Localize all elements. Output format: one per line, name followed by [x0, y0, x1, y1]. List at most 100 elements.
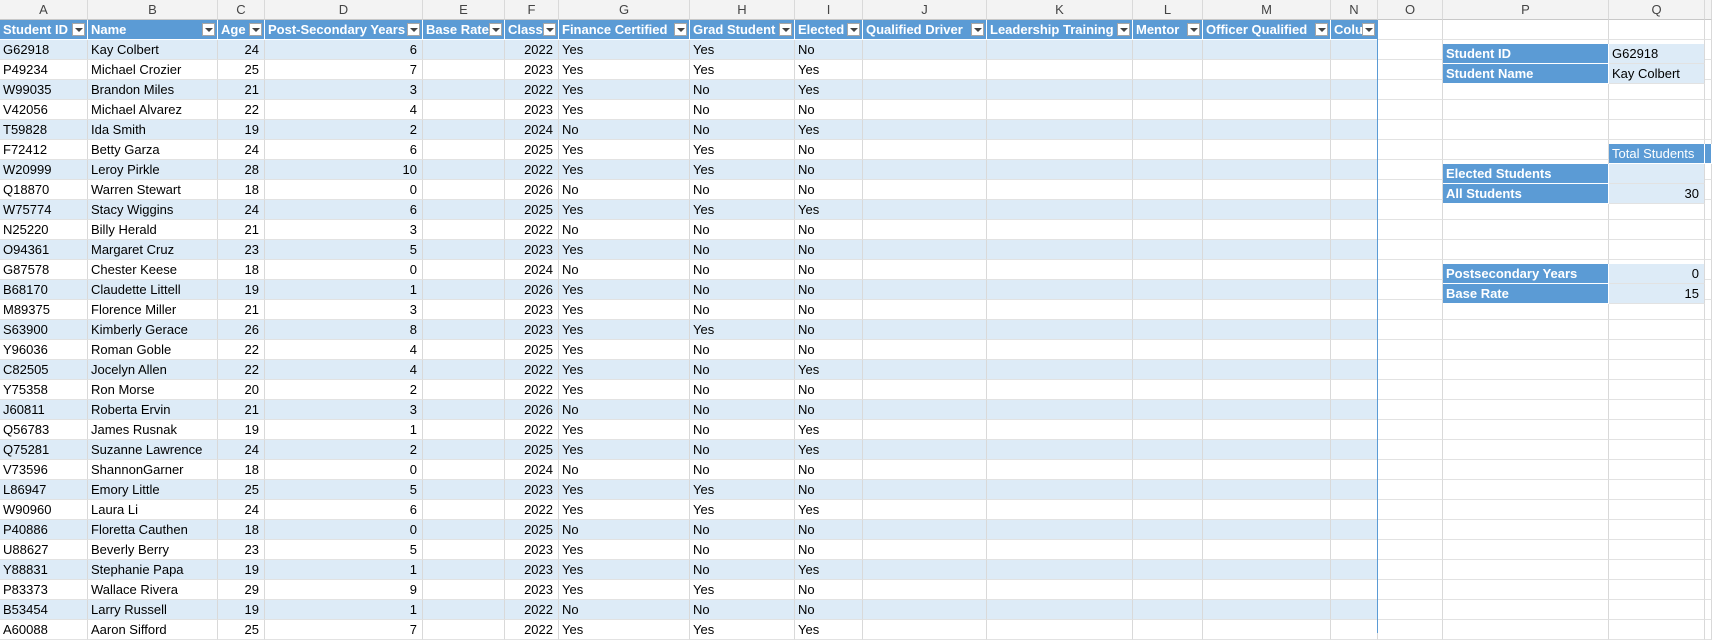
table-cell[interactable]: Yes	[559, 420, 690, 440]
table-cell[interactable]: No	[795, 380, 863, 400]
table-cell[interactable]: Stephanie Papa	[88, 560, 218, 580]
sheet-cell[interactable]	[1705, 40, 1712, 60]
table-cell[interactable]: 2022	[505, 360, 559, 380]
table-cell[interactable]	[1203, 180, 1331, 200]
filter-dropdown-icon[interactable]	[779, 23, 792, 36]
table-cell[interactable]	[987, 360, 1133, 380]
table-cell[interactable]: Yes	[795, 620, 863, 640]
table-cell[interactable]	[423, 240, 505, 260]
sheet-cell[interactable]	[1705, 460, 1712, 480]
table-cell[interactable]: Yes	[795, 500, 863, 520]
table-cell[interactable]: No	[559, 180, 690, 200]
base-rate-value[interactable]: 15	[1609, 284, 1705, 304]
table-cell[interactable]	[1203, 320, 1331, 340]
table-cell[interactable]: N25220	[0, 220, 88, 240]
table-cell[interactable]: V42056	[0, 100, 88, 120]
table-cell[interactable]	[423, 140, 505, 160]
sheet-cell[interactable]	[1705, 60, 1712, 80]
table-cell[interactable]	[1331, 500, 1378, 520]
table-cell[interactable]: No	[690, 380, 795, 400]
column-header-c[interactable]: C	[218, 0, 265, 20]
table-cell[interactable]	[1331, 460, 1378, 480]
table-cell[interactable]: No	[795, 580, 863, 600]
table-cell[interactable]	[1331, 240, 1378, 260]
sheet-cell[interactable]	[1705, 280, 1712, 300]
table-cell[interactable]: J60811	[0, 400, 88, 420]
table-cell[interactable]: 2022	[505, 600, 559, 620]
table-cell[interactable]: Yes	[559, 480, 690, 500]
table-cell[interactable]: 2024	[505, 120, 559, 140]
table-cell[interactable]	[863, 320, 987, 340]
table-cell[interactable]: Y88831	[0, 560, 88, 580]
table-header-cell[interactable]: Colu	[1331, 20, 1378, 40]
sheet-cell[interactable]	[1443, 120, 1609, 140]
table-cell[interactable]	[987, 180, 1133, 200]
table-cell[interactable]	[987, 220, 1133, 240]
table-cell[interactable]	[1133, 60, 1203, 80]
table-cell[interactable]: 24	[218, 200, 265, 220]
table-cell[interactable]	[987, 280, 1133, 300]
table-cell[interactable]: Yes	[559, 560, 690, 580]
sheet-cell[interactable]	[1443, 440, 1609, 460]
sheet-cell[interactable]	[1705, 520, 1712, 540]
table-cell[interactable]	[423, 360, 505, 380]
table-cell[interactable]: M89375	[0, 300, 88, 320]
table-cell[interactable]: Stacy Wiggins	[88, 200, 218, 220]
sheet-cell[interactable]	[1378, 140, 1443, 160]
sheet-cell[interactable]	[1705, 200, 1712, 220]
table-cell[interactable]: Kay Colbert	[88, 40, 218, 60]
table-cell[interactable]: 2022	[505, 220, 559, 240]
table-cell[interactable]: 25	[218, 60, 265, 80]
table-cell[interactable]	[863, 300, 987, 320]
table-cell[interactable]	[1331, 120, 1378, 140]
table-cell[interactable]: Yes	[559, 620, 690, 640]
table-cell[interactable]: No	[795, 520, 863, 540]
sheet-cell[interactable]	[1705, 400, 1712, 420]
sheet-cell[interactable]	[1705, 20, 1712, 40]
table-cell[interactable]	[1331, 260, 1378, 280]
table-cell[interactable]: Yes	[559, 160, 690, 180]
sheet-cell[interactable]	[1705, 180, 1712, 200]
table-cell[interactable]: Ron Morse	[88, 380, 218, 400]
table-cell[interactable]	[863, 540, 987, 560]
table-cell[interactable]: No	[559, 120, 690, 140]
table-cell[interactable]: Yes	[559, 100, 690, 120]
table-cell[interactable]: Yes	[795, 120, 863, 140]
column-header-i[interactable]: I	[795, 0, 863, 20]
table-cell[interactable]	[987, 620, 1133, 640]
sheet-cell[interactable]	[1378, 520, 1443, 540]
table-cell[interactable]: L86947	[0, 480, 88, 500]
table-cell[interactable]	[863, 200, 987, 220]
sheet-cell[interactable]	[1609, 340, 1705, 360]
sheet-cell[interactable]	[1609, 380, 1705, 400]
table-cell[interactable]: No	[690, 180, 795, 200]
table-cell[interactable]: 2	[265, 380, 423, 400]
sheet-cell[interactable]	[1443, 540, 1609, 560]
table-cell[interactable]	[863, 340, 987, 360]
table-cell[interactable]: A60088	[0, 620, 88, 640]
table-cell[interactable]	[1133, 140, 1203, 160]
table-cell[interactable]: No	[690, 600, 795, 620]
table-cell[interactable]: 2023	[505, 480, 559, 500]
table-cell[interactable]: Kimberly Gerace	[88, 320, 218, 340]
column-header-m[interactable]: M	[1203, 0, 1331, 20]
table-cell[interactable]	[987, 240, 1133, 260]
sheet-cell[interactable]	[1609, 540, 1705, 560]
table-cell[interactable]	[987, 140, 1133, 160]
table-cell[interactable]: Yes	[690, 40, 795, 60]
table-cell[interactable]: 21	[218, 220, 265, 240]
table-cell[interactable]	[1331, 540, 1378, 560]
table-cell[interactable]: No	[795, 400, 863, 420]
sheet-cell[interactable]	[1443, 480, 1609, 500]
sheet-cell[interactable]	[1443, 380, 1609, 400]
table-cell[interactable]: 10	[265, 160, 423, 180]
sheet-cell[interactable]	[1705, 600, 1712, 620]
sheet-cell[interactable]	[1443, 620, 1609, 640]
table-cell[interactable]: Suzanne Lawrence	[88, 440, 218, 460]
table-cell[interactable]: No	[559, 460, 690, 480]
table-cell[interactable]	[987, 600, 1133, 620]
table-header-cell[interactable]: Grad Student	[690, 20, 795, 40]
table-header-cell[interactable]: Student ID	[0, 20, 88, 40]
table-cell[interactable]	[1133, 120, 1203, 140]
table-cell[interactable]: No	[795, 140, 863, 160]
